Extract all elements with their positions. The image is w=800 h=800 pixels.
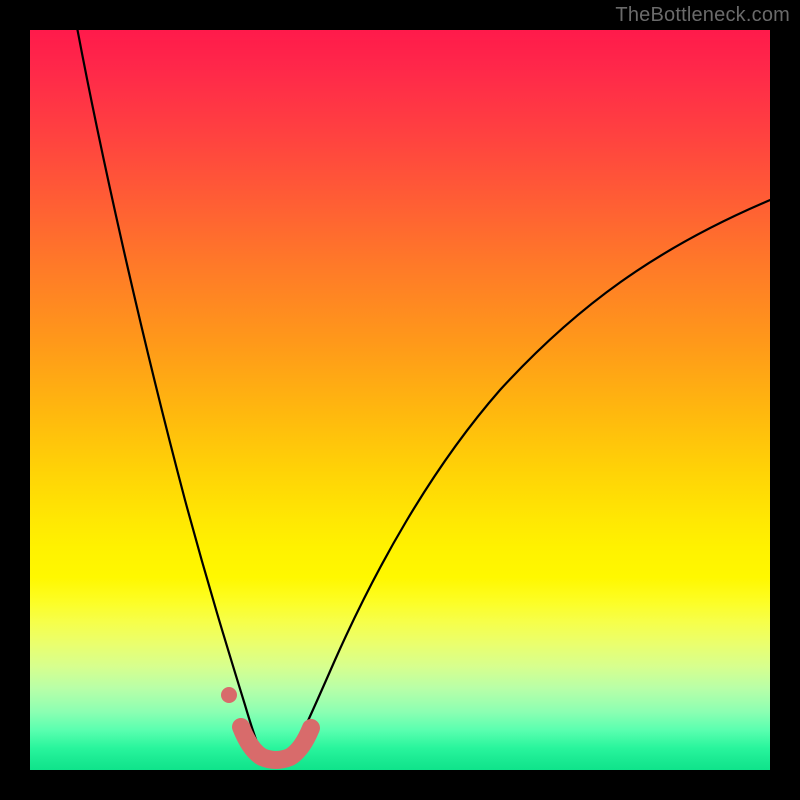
plot-area [30, 30, 770, 770]
bottleneck-curve-right [285, 198, 770, 765]
optimal-range-highlight [241, 727, 311, 760]
curve-layer [30, 30, 770, 770]
marker-dot-icon [221, 687, 237, 703]
watermark-label: TheBottleneck.com [615, 4, 790, 27]
chart-frame: TheBottleneck.com [0, 0, 800, 800]
bottleneck-curve-left [76, 30, 267, 765]
